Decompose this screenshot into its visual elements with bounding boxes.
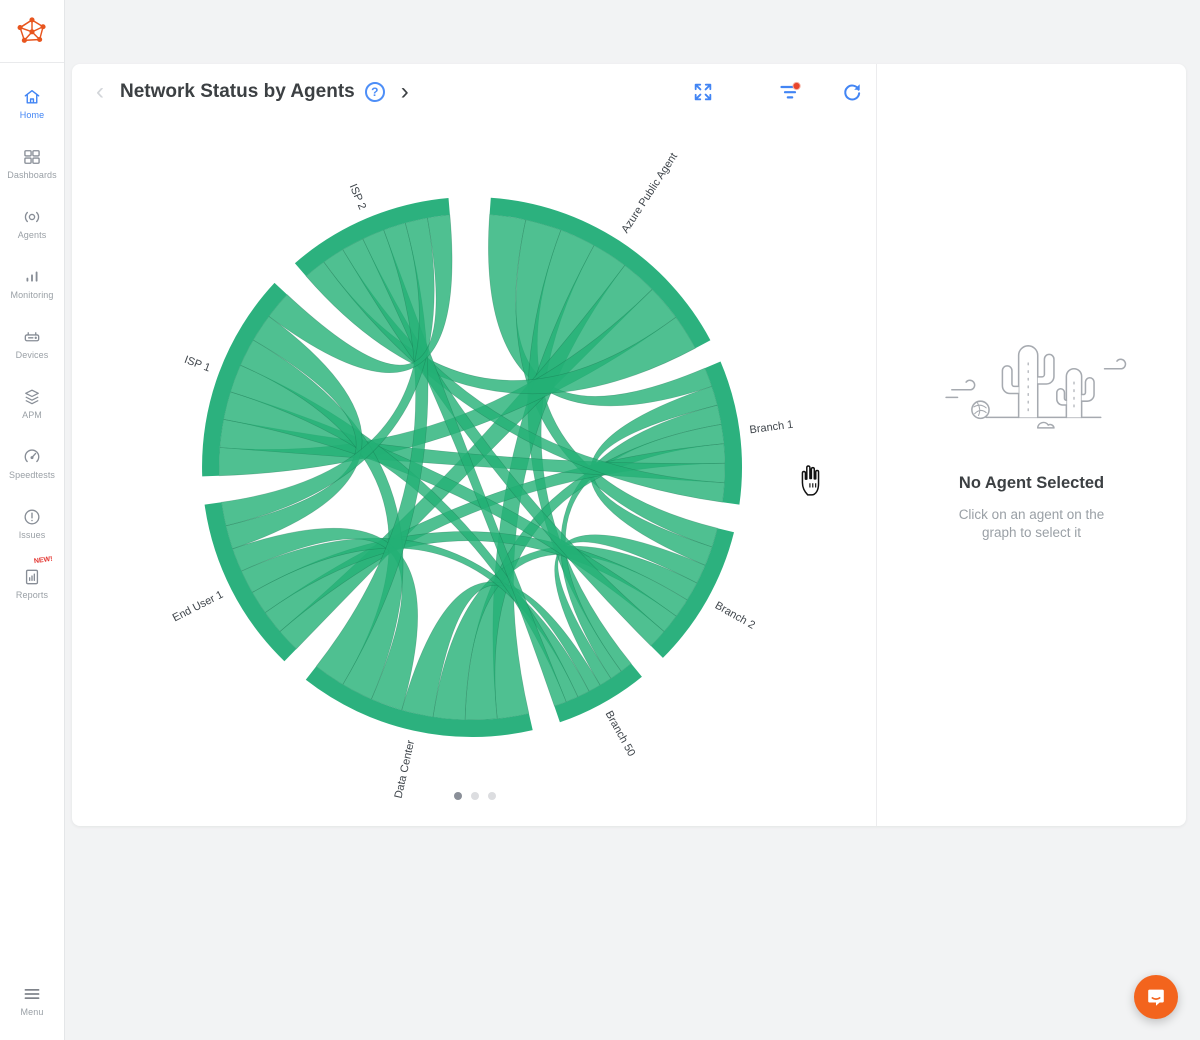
sidebar-item-label: Reports	[16, 590, 48, 600]
reports-icon	[22, 567, 42, 587]
desert-cactus-illustration	[927, 320, 1137, 448]
sidebar-item-agents[interactable]: Agents	[0, 193, 64, 253]
chat-launcher-button[interactable]	[1134, 975, 1178, 1019]
agent-label-data-center[interactable]: Data Center	[393, 739, 418, 800]
issues-icon	[22, 507, 42, 527]
sidebar-item-label: APM	[22, 410, 42, 420]
sidebar-item-label: Issues	[19, 530, 46, 540]
apm-icon	[22, 387, 42, 407]
agent-label-branch-50[interactable]: Branch 50	[603, 709, 638, 759]
sidebar-item-label: Menu	[21, 1007, 44, 1017]
pagination-dot-2[interactable]	[471, 792, 479, 800]
speedtests-icon	[22, 447, 42, 467]
sidebar-item-label: Monitoring	[10, 290, 53, 300]
sidebar-item-menu[interactable]: Menu	[0, 970, 64, 1030]
home-icon	[22, 87, 42, 107]
sidebar-item-label: Home	[20, 110, 44, 120]
sidebar-nav: Home Dashboards Agents Monitoring Devices APM…	[0, 63, 64, 613]
sidebar-item-home[interactable]: Home	[0, 73, 64, 133]
agent-label-end-user-1[interactable]: End User 1	[171, 589, 225, 625]
agent-label-branch-1[interactable]: Branch 1	[749, 419, 794, 437]
agent-detail-panel: No Agent Selected Click on an agent on t…	[877, 64, 1186, 826]
sidebar-item-reports[interactable]: Reports NEW!	[0, 553, 64, 613]
network-logo-icon	[15, 14, 49, 48]
agents-icon	[22, 207, 42, 227]
pagination-dot-3[interactable]	[488, 792, 496, 800]
agent-label-isp-1[interactable]: ISP 1	[183, 354, 212, 375]
sidebar: Home Dashboards Agents Monitoring Devices APM…	[0, 0, 65, 1040]
sidebar-item-dashboards[interactable]: Dashboards	[0, 133, 64, 193]
sidebar-item-apm[interactable]: APM	[0, 373, 64, 433]
chord-diagram[interactable]: Azure Public Agent Branch 1 Branch 2 Branch…	[72, 64, 877, 826]
chat-bubble-icon	[1145, 986, 1167, 1008]
sidebar-item-label: Speedtests	[9, 470, 55, 480]
sidebar-item-label: Devices	[16, 350, 49, 360]
devices-icon	[22, 327, 42, 347]
app-logo[interactable]	[0, 0, 64, 63]
pagination-dot-1[interactable]	[454, 792, 462, 800]
agent-label-azure-public-agent[interactable]: Azure Public Agent	[619, 151, 680, 235]
agent-label-isp-2[interactable]: ISP 2	[347, 182, 368, 211]
sidebar-item-label: Dashboards	[7, 170, 57, 180]
chart-section: ‹ Network Status by Agents ? ›	[72, 64, 877, 826]
sidebar-item-speedtests[interactable]: Speedtests	[0, 433, 64, 493]
no-agent-title: No Agent Selected	[959, 474, 1104, 493]
dashboard-card: ‹ Network Status by Agents ? ›	[72, 64, 1186, 826]
sidebar-item-monitoring[interactable]: Monitoring	[0, 253, 64, 313]
dashboards-icon	[22, 147, 42, 167]
new-badge: NEW!	[34, 556, 53, 566]
pagination-dots	[72, 792, 877, 800]
sidebar-item-issues[interactable]: Issues	[0, 493, 64, 553]
agent-label-branch-2[interactable]: Branch 2	[713, 600, 757, 632]
menu-icon	[22, 984, 42, 1004]
no-agent-subtitle: Click on an agent on the graph to select…	[959, 506, 1105, 541]
sidebar-item-devices[interactable]: Devices	[0, 313, 64, 373]
monitoring-icon	[22, 267, 42, 287]
sidebar-item-label: Agents	[18, 230, 47, 240]
